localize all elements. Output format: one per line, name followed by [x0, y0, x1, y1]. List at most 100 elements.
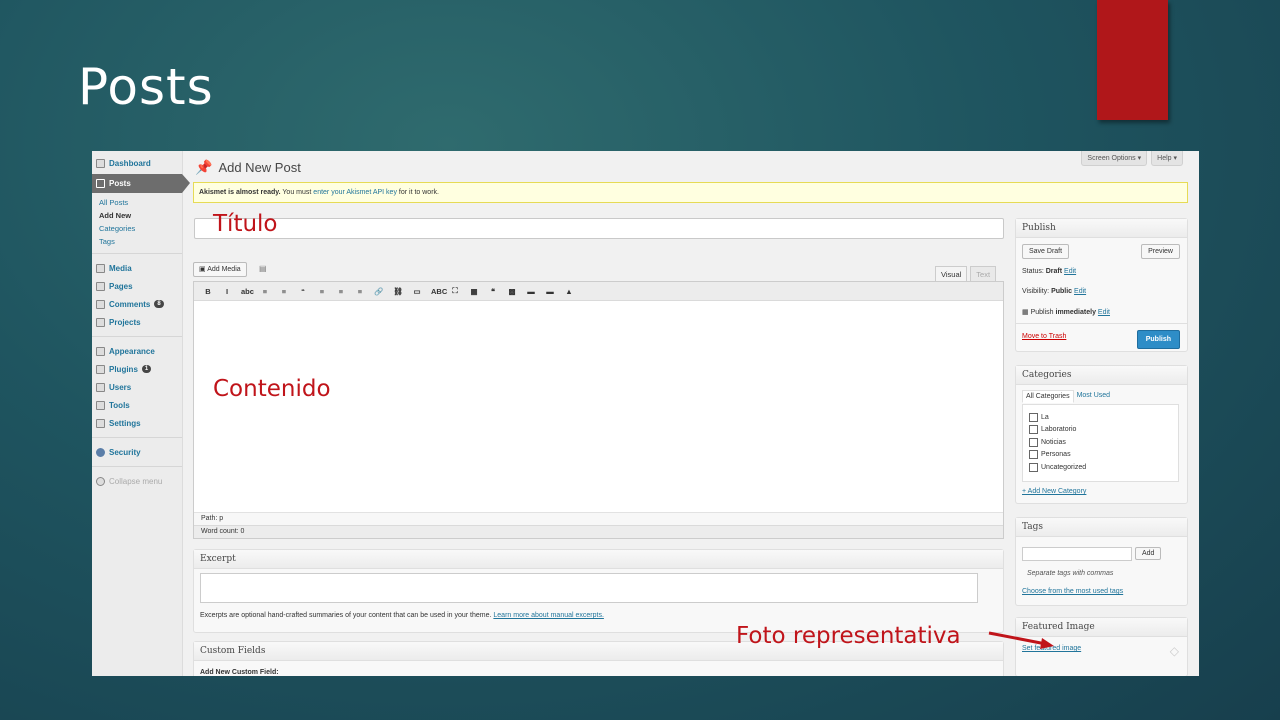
category-label: Personas: [1041, 451, 1071, 459]
sidebar-item-appearance[interactable]: Appearance: [92, 342, 182, 360]
post-title-input[interactable]: [194, 218, 1004, 239]
category-tabs: All Categories Most Used: [1022, 390, 1113, 403]
toolbar-button[interactable]: ABC: [431, 287, 447, 296]
category-checklist: La Laboratorio Noticias Personas Uncategoriz…: [1022, 404, 1179, 482]
collapse-icon: [96, 476, 105, 486]
toolbar-button[interactable]: ▭: [412, 287, 422, 296]
tab-all-categories[interactable]: All Categories: [1022, 390, 1074, 403]
featured-image-annotation: Foto representativa: [736, 623, 961, 649]
screen-options-button[interactable]: Screen Options ▾: [1081, 151, 1148, 166]
page-title: 📌 Add New Post: [195, 159, 301, 175]
toolbar-button[interactable]: ≡: [260, 287, 270, 296]
toolbar-button[interactable]: ≡: [317, 287, 327, 296]
excerpt-box: Excerpt Excerpts are optional hand-craft…: [193, 549, 1004, 633]
sidebar-item-tools[interactable]: Tools: [92, 396, 182, 414]
projects-icon: [96, 317, 105, 327]
publish-title: Publish: [1016, 219, 1187, 238]
toolbar-button[interactable]: abc: [241, 287, 254, 296]
sidebar-item-settings[interactable]: Settings: [92, 414, 182, 432]
toolbar-button[interactable]: ▬: [526, 287, 536, 296]
category-checkbox[interactable]: [1029, 462, 1038, 472]
sidebar-item-projects[interactable]: Projects: [92, 313, 182, 331]
sidebar-item-security[interactable]: Security: [92, 443, 182, 461]
category-item[interactable]: Laboratorio: [1029, 424, 1178, 437]
excerpt-textarea[interactable]: [200, 573, 978, 603]
editor-path: Path: p: [194, 512, 1003, 525]
toolbar-button[interactable]: ≡: [336, 287, 346, 296]
media-icon: [96, 263, 105, 273]
sidebar-item-media[interactable]: Media: [92, 259, 182, 277]
edit-status-link[interactable]: Edit: [1064, 268, 1076, 275]
sidebar-item-comments[interactable]: Comments 8: [92, 295, 182, 313]
tab-text[interactable]: Text: [970, 266, 997, 282]
status-row: Status: Draft Edit: [1022, 268, 1077, 275]
dashboard-icon: [96, 158, 105, 168]
add-media-button[interactable]: ▣ Add Media: [193, 262, 247, 277]
tab-most-used[interactable]: Most Used: [1074, 390, 1113, 403]
move-to-trash-link[interactable]: Move to Trash: [1022, 333, 1066, 340]
content-editor[interactable]: B Iabc ≡ ≡ “ ≡ ≡ ≡ 🔗 ⛓ ▭ ABC ⛶ ▦ ❝ ▩ ▬ ▬ ▲ Path: p Word co…: [193, 281, 1004, 539]
toolbar-button[interactable]: B: [203, 287, 213, 296]
editor-tabs: Visual Text: [935, 266, 997, 282]
toolbar-button[interactable]: ≡: [355, 287, 365, 296]
category-item[interactable]: Noticias: [1029, 436, 1178, 449]
category-label: La: [1041, 413, 1049, 421]
help-button[interactable]: Help ▾: [1151, 151, 1183, 166]
save-draft-button[interactable]: Save Draft: [1022, 244, 1070, 259]
pin-icon: [96, 179, 105, 188]
publish-box: Publish Save Draft Preview Status: Draft…: [1015, 218, 1188, 352]
pushpin-icon: 📌: [195, 159, 213, 175]
toolbar-button[interactable]: ▦: [469, 287, 479, 296]
category-checkbox[interactable]: [1029, 437, 1038, 447]
tag-input[interactable]: [1022, 547, 1132, 561]
toolbar-button[interactable]: I: [222, 287, 232, 296]
users-icon: [96, 382, 105, 392]
annotation-arrow: [988, 631, 1054, 649]
sidebar-sub-all-posts[interactable]: All Posts: [92, 196, 182, 209]
schedule-row: ▦ Publish immediately Edit: [1022, 309, 1110, 316]
sidebar-item-plugins[interactable]: Plugins 1: [92, 360, 182, 378]
category-checkbox[interactable]: [1029, 450, 1038, 460]
media-icon: ▣: [199, 266, 208, 273]
toolbar-button[interactable]: ❝: [488, 287, 498, 296]
toolbar-button[interactable]: 🔗: [374, 287, 384, 296]
sidebar-sub-categories[interactable]: Categories: [92, 222, 182, 235]
category-item[interactable]: Uncategorized: [1029, 461, 1178, 474]
category-item[interactable]: La: [1029, 411, 1178, 424]
sidebar-sub-add-new[interactable]: Add New: [92, 209, 182, 222]
toolbar-button[interactable]: ▲: [564, 287, 574, 296]
edit-schedule-link[interactable]: Edit: [1098, 309, 1110, 316]
add-tag-button[interactable]: Add: [1135, 547, 1162, 560]
category-checkbox[interactable]: [1029, 425, 1038, 435]
toolbar-button[interactable]: “: [298, 287, 308, 296]
preview-button[interactable]: Preview: [1141, 244, 1180, 259]
choose-tags-link[interactable]: Choose from the most used tags: [1022, 588, 1123, 595]
learn-more-excerpts-link[interactable]: Learn more about manual excerpts.: [493, 612, 604, 619]
add-new-category-link[interactable]: + Add New Category: [1022, 488, 1086, 495]
decorative-red-bar: [1097, 0, 1168, 120]
menu-separator: [92, 253, 182, 254]
plugins-icon: [96, 364, 105, 374]
title-annotation: Título: [213, 211, 278, 237]
sidebar-item-users[interactable]: Users: [92, 378, 182, 396]
publish-button[interactable]: Publish: [1136, 330, 1180, 349]
slide-title: Posts: [78, 58, 214, 116]
toolbar-button[interactable]: ≡: [279, 287, 289, 296]
sidebar-item-posts[interactable]: Posts: [92, 174, 190, 193]
sidebar-item-dashboard[interactable]: Dashboard: [92, 154, 182, 172]
category-checkbox[interactable]: [1029, 412, 1038, 422]
collapse-menu-button[interactable]: Collapse menu: [92, 472, 182, 490]
edit-visibility-link[interactable]: Edit: [1074, 288, 1086, 295]
sidebar-sub-tags[interactable]: Tags: [92, 235, 182, 248]
sidebar-item-pages[interactable]: Pages: [92, 277, 182, 295]
tab-visual[interactable]: Visual: [935, 266, 968, 282]
category-item[interactable]: Personas: [1029, 449, 1178, 462]
toolbar-button[interactable]: ⛶: [450, 286, 460, 296]
akismet-notice: Akismet is almost ready. You must enter …: [193, 182, 1188, 203]
add-form-icon[interactable]: ▤: [259, 264, 267, 273]
akismet-key-link[interactable]: enter your Akismet API key: [313, 189, 397, 196]
toolbar-button[interactable]: ▩: [507, 287, 517, 296]
tags-title: Tags: [1016, 518, 1187, 537]
toolbar-button[interactable]: ⛓: [393, 287, 403, 296]
toolbar-button[interactable]: ▬: [545, 287, 555, 296]
